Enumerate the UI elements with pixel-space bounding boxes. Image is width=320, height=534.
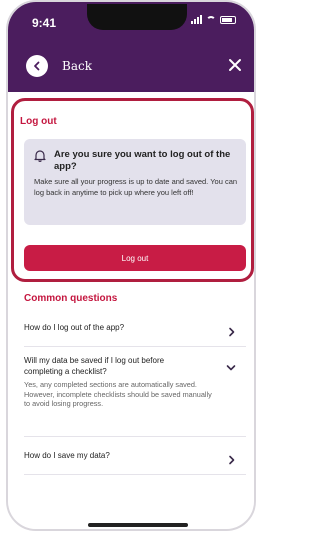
faq-question: How do I log out of the app? [24, 323, 125, 332]
chevron-right-icon [228, 324, 236, 342]
wifi-icon [206, 15, 216, 24]
notch [87, 4, 187, 30]
back-label: Back [62, 59, 92, 73]
logout-button[interactable]: Log out [24, 245, 246, 271]
notice-title: Are you sure you want to log out of the … [54, 149, 231, 172]
status-bar: 9:41 [8, 2, 254, 40]
notice-body: Make sure all your progress is up to dat… [34, 177, 238, 197]
faq-list: How do I log out of the app? Will my dat… [24, 309, 246, 475]
faq-item-save-data[interactable]: How do I save my data? [24, 437, 246, 475]
faq-section-title: Common questions [24, 293, 118, 304]
main-content: Log out Are you sure you want to log out… [8, 92, 254, 529]
close-icon[interactable] [224, 54, 246, 76]
home-indicator [88, 523, 188, 527]
phone-frame: 9:41 Back Log out Are you sure you want … [6, 0, 256, 531]
signal-icon [191, 15, 202, 24]
faq-item-data-saved[interactable]: Will my data be saved if I log out befor… [24, 347, 246, 437]
back-arrow-icon [26, 55, 48, 77]
nav-bar: Back [8, 40, 254, 92]
battery-icon [220, 15, 236, 24]
chevron-down-icon [226, 359, 236, 377]
status-icons [191, 15, 236, 24]
faq-question: Will my data be saved if I log out befor… [24, 356, 165, 376]
logout-notice: Are you sure you want to log out of the … [24, 139, 246, 225]
status-time: 9:41 [32, 16, 57, 30]
back-button[interactable]: Back [26, 55, 92, 77]
chevron-right-icon [228, 452, 236, 470]
faq-item-logout[interactable]: How do I log out of the app? [24, 309, 246, 347]
bell-icon [34, 149, 46, 167]
logout-section-title: Log out [20, 116, 57, 127]
faq-question: How do I save my data? [24, 451, 110, 460]
faq-answer: Yes, any completed sections are automati… [24, 380, 212, 409]
